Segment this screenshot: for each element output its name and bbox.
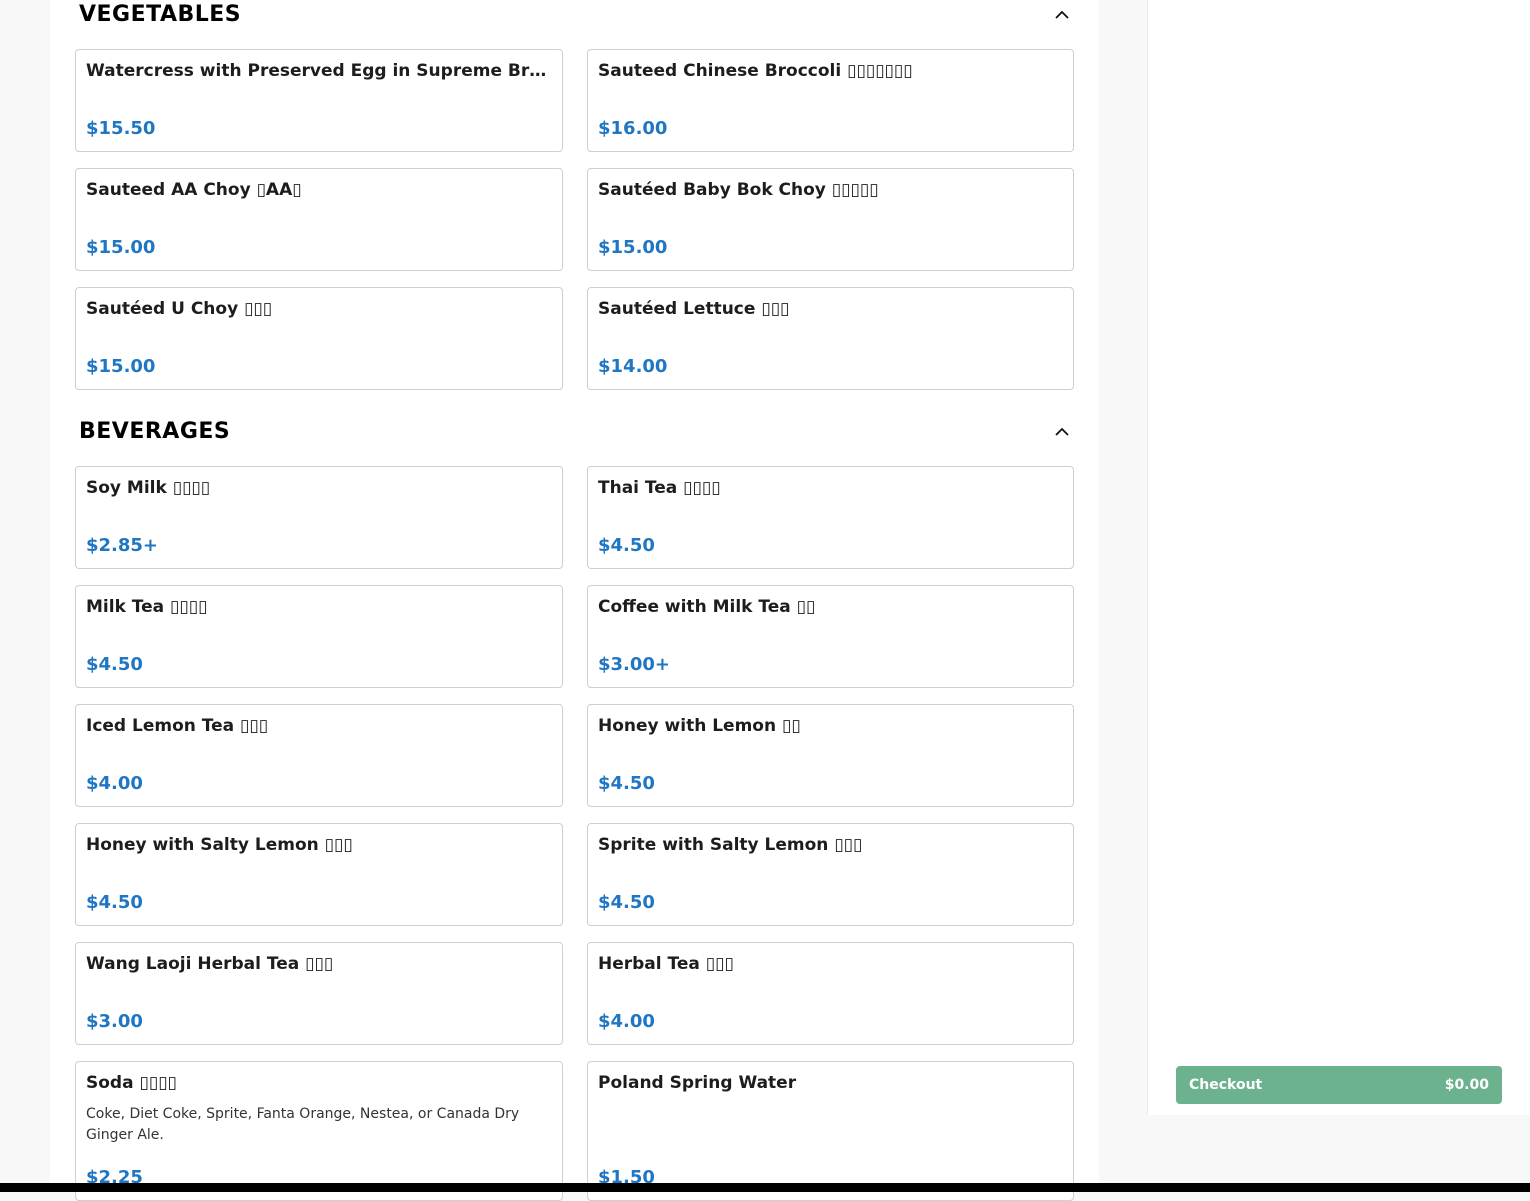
item-name: Soda ▯▯▯▯ xyxy=(86,1073,177,1093)
menu-grid-beverages: Soy Milk ▯▯▯▯ $2.85+ Thai Tea ▯▯▯▯ $4.50… xyxy=(75,466,1074,1201)
item-name: Wang Laoji Herbal Tea ▯▯▯ xyxy=(86,954,334,974)
cart-panel xyxy=(1147,0,1530,1115)
menu-column: VEGETABLES Watercress with Preserved Egg… xyxy=(50,0,1099,1201)
section-title: BEVERAGES xyxy=(79,418,231,444)
item-name: Honey with Salty Lemon ▯▯▯ xyxy=(86,835,353,855)
item-price: $4.50 xyxy=(598,535,655,556)
item-price: $15.00 xyxy=(86,237,156,258)
menu-item-card[interactable]: Milk Tea ▯▯▯▯ $4.50 xyxy=(75,585,563,688)
item-price: $3.00 xyxy=(86,1011,143,1032)
menu-item-card[interactable]: Soy Milk ▯▯▯▯ $2.85+ xyxy=(75,466,563,569)
item-name: Watercress with Preserved Egg in Supreme… xyxy=(86,61,552,81)
section-header-beverages: BEVERAGES xyxy=(79,411,1075,451)
item-price: $15.00 xyxy=(86,356,156,377)
item-price: $4.50 xyxy=(86,892,143,913)
item-name: Sauteed Chinese Broccoli ▯▯▯▯▯▯▯ xyxy=(598,61,913,81)
section-title: VEGETABLES xyxy=(79,1,242,27)
item-name: Thai Tea ▯▯▯▯ xyxy=(598,478,721,498)
item-name: Poland Spring Water xyxy=(598,1073,797,1093)
item-name: Coffee with Milk Tea ▯▯ xyxy=(598,597,816,617)
item-name: Sautéed Lettuce ▯▯▯ xyxy=(598,299,790,319)
checkout-label: Checkout xyxy=(1189,1077,1263,1093)
item-price: $15.50 xyxy=(86,118,156,139)
item-price: $3.00+ xyxy=(598,654,671,675)
menu-item-card[interactable]: Herbal Tea ▯▯▯ $4.00 xyxy=(587,942,1074,1045)
menu-item-card[interactable]: Coffee with Milk Tea ▯▯ $3.00+ xyxy=(587,585,1074,688)
checkout-button[interactable]: Checkout $0.00 xyxy=(1176,1066,1502,1104)
item-name: Herbal Tea ▯▯▯ xyxy=(598,954,734,974)
menu-item-card[interactable]: Sautéed Lettuce ▯▯▯ $14.00 xyxy=(587,287,1074,390)
item-name: Sprite with Salty Lemon ▯▯▯ xyxy=(598,835,863,855)
chevron-up-icon[interactable] xyxy=(1049,1,1075,27)
bottom-bar xyxy=(0,1183,1530,1192)
item-name: Sautéed U Choy ▯▯▯ xyxy=(86,299,273,319)
menu-item-card[interactable]: Sauteed Chinese Broccoli ▯▯▯▯▯▯▯ $16.00 xyxy=(587,49,1074,152)
menu-item-card[interactable]: Thai Tea ▯▯▯▯ $4.50 xyxy=(587,466,1074,569)
menu-item-card[interactable]: Soda ▯▯▯▯ Coke, Diet Coke, Sprite, Fanta… xyxy=(75,1061,563,1201)
item-price: $4.50 xyxy=(598,892,655,913)
item-price: $15.00 xyxy=(598,237,668,258)
item-name: Sautéed Baby Bok Choy ▯▯▯▯▯ xyxy=(598,180,879,200)
item-price: $14.00 xyxy=(598,356,668,377)
item-price: $4.50 xyxy=(86,654,143,675)
menu-item-card[interactable]: Honey with Lemon ▯▯ $4.50 xyxy=(587,704,1074,807)
item-name: Iced Lemon Tea ▯▯▯ xyxy=(86,716,269,736)
menu-item-card[interactable]: Sprite with Salty Lemon ▯▯▯ $4.50 xyxy=(587,823,1074,926)
item-name: Sauteed AA Choy ▯AA▯ xyxy=(86,180,302,200)
menu-item-card[interactable]: Sautéed U Choy ▯▯▯ $15.00 xyxy=(75,287,563,390)
menu-item-card[interactable]: Poland Spring Water $1.50 xyxy=(587,1061,1074,1201)
item-name: Soy Milk ▯▯▯▯ xyxy=(86,478,211,498)
cart-total: $0.00 xyxy=(1444,1077,1489,1093)
menu-item-card[interactable]: Sautéed Baby Bok Choy ▯▯▯▯▯ $15.00 xyxy=(587,168,1074,271)
menu-item-card[interactable]: Watercress with Preserved Egg in Supreme… xyxy=(75,49,563,152)
menu-item-card[interactable]: Honey with Salty Lemon ▯▯▯ $4.50 xyxy=(75,823,563,926)
menu-item-card[interactable]: Wang Laoji Herbal Tea ▯▯▯ $3.00 xyxy=(75,942,563,1045)
section-header-vegetables: VEGETABLES xyxy=(79,0,1075,34)
item-name: Milk Tea ▯▯▯▯ xyxy=(86,597,208,617)
item-price: $4.00 xyxy=(598,1011,655,1032)
item-price: $4.50 xyxy=(598,773,655,794)
chevron-up-icon[interactable] xyxy=(1049,418,1075,444)
menu-item-card[interactable]: Sauteed AA Choy ▯AA▯ $15.00 xyxy=(75,168,563,271)
item-price: $2.85+ xyxy=(86,535,159,556)
menu-grid-vegetables: Watercress with Preserved Egg in Supreme… xyxy=(75,49,1074,390)
item-description: Coke, Diet Coke, Sprite, Fanta Orange, N… xyxy=(86,1106,520,1143)
item-name: Honey with Lemon ▯▯ xyxy=(598,716,801,736)
item-price: $4.00 xyxy=(86,773,143,794)
menu-item-card[interactable]: Iced Lemon Tea ▯▯▯ $4.00 xyxy=(75,704,563,807)
item-price: $16.00 xyxy=(598,118,668,139)
